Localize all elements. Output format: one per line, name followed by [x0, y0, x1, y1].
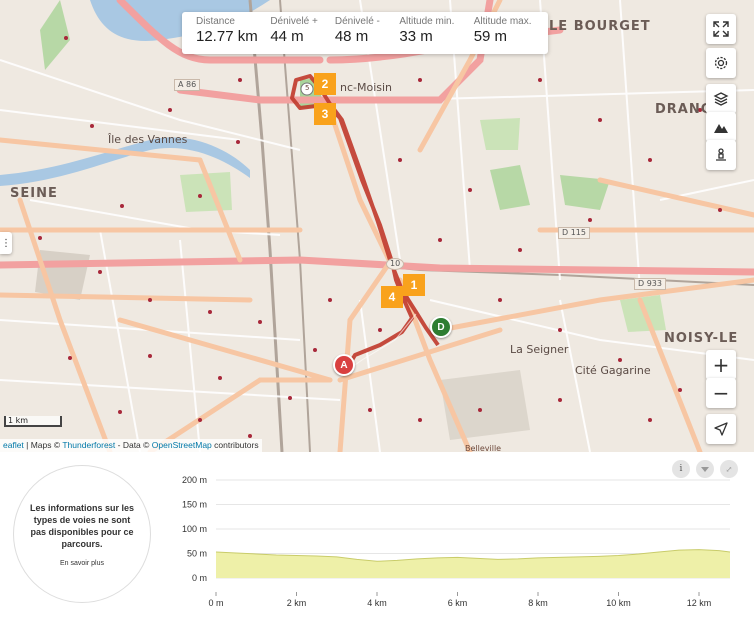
road-shield-d115: D 115: [558, 227, 590, 239]
osm-link[interactable]: OpenStreetMap: [152, 440, 212, 450]
y-tick-label: 150 m: [182, 500, 207, 510]
gear-icon: [714, 56, 728, 70]
small-marker-label: 5: [305, 84, 310, 92]
stat-altitude-max: Altitude max. 59 m: [474, 16, 548, 54]
road-shield-d933: D 933: [634, 278, 666, 290]
label-la-seigner: La Seigner: [510, 343, 569, 356]
road-shield-10: 10: [386, 258, 405, 270]
waypoint-marker-2[interactable]: 2: [314, 73, 336, 95]
waypoint-marker-1[interactable]: 1: [403, 274, 425, 296]
terrain-icon: [714, 124, 728, 133]
zoom-out-button[interactable]: −: [706, 378, 736, 408]
attribution-text: contributors: [211, 440, 259, 450]
x-tick-label: 6 km: [448, 598, 468, 608]
locate-button[interactable]: [706, 414, 736, 444]
stat-elevation-gain: Dénivelé + 44 m: [270, 16, 335, 54]
x-tick-label: 12 km: [687, 598, 712, 608]
x-axis-ticks: 0 m 2 km 4 km 6 km 8 km 10 km 12 km: [208, 592, 711, 608]
stat-label: Distance: [196, 16, 235, 27]
settings-button[interactable]: [706, 48, 736, 78]
stat-altitude-min: Altitude min. 33 m: [399, 16, 473, 54]
waypoint-marker-4[interactable]: 4: [381, 286, 403, 308]
stat-label: Altitude min.: [399, 16, 455, 27]
x-tick-label: 4 km: [367, 598, 387, 608]
terrain-button[interactable]: [706, 112, 736, 142]
route-stats-card: Distance 12.77 km Dénivelé + 44 m Dénive…: [182, 12, 548, 54]
y-axis-ticks: 0 m 50 m 100 m 150 m 200 m: [182, 475, 207, 583]
street-view-icon: [716, 148, 726, 161]
stat-value: 59 m: [473, 28, 508, 45]
waypoint-marker-3[interactable]: 3: [314, 103, 336, 125]
road-shield-a86: A 86: [174, 79, 201, 91]
label-belleville: Belleville: [465, 444, 502, 452]
stat-label: Dénivelé +: [270, 16, 318, 27]
attribution-text: | Maps ©: [23, 440, 63, 450]
start-marker[interactable]: A: [333, 354, 355, 376]
fullscreen-button[interactable]: [706, 14, 736, 44]
layers-icon: [713, 92, 729, 106]
x-tick-label: 8 km: [528, 598, 548, 608]
stat-value: 33 m: [399, 28, 433, 45]
layers-button[interactable]: [706, 84, 736, 114]
thunderforest-link[interactable]: Thunderforest: [62, 440, 115, 450]
stat-label: Altitude max.: [473, 16, 532, 27]
map-tiles: [0, 0, 754, 452]
stat-value: 12.77 km: [196, 28, 258, 45]
y-tick-label: 200 m: [182, 475, 207, 485]
map[interactable]: LE BOURGET DRANC SEINE NOISY-LE Île des …: [0, 0, 754, 452]
surface-info-text: Les informations sur les types de voies …: [29, 502, 135, 549]
learn-more-link[interactable]: En savoir plus: [60, 560, 104, 567]
label-seine: SEINE: [10, 186, 58, 201]
x-tick-label: 10 km: [606, 598, 631, 608]
scale-bar: 1 km: [4, 416, 62, 427]
expand-icon: [713, 21, 729, 37]
stat-value: 44 m: [270, 28, 304, 45]
label-ile-des-vannes: Île des Vannes: [108, 133, 188, 146]
end-marker[interactable]: D: [430, 316, 452, 338]
stat-distance: Distance 12.77 km: [196, 16, 270, 54]
route-page: LE BOURGET DRANC SEINE NOISY-LE Île des …: [0, 0, 754, 620]
stat-value: 48 m: [334, 28, 369, 45]
map-attribution: eaflet | Maps © Thunderforest - Data © O…: [0, 439, 262, 452]
surface-info-panel: Les informations sur les types de voies …: [13, 465, 151, 603]
street-view-button[interactable]: [706, 140, 736, 170]
x-tick-label: 2 km: [287, 598, 307, 608]
stat-elevation-loss: Dénivelé - 48 m: [335, 16, 400, 54]
y-tick-label: 0 m: [192, 573, 207, 583]
attribution-text: - Data ©: [115, 440, 152, 450]
label-district: nc-Moisin: [340, 81, 393, 94]
x-tick-label: 0 m: [208, 598, 223, 608]
elevation-profile-chart: 0 m 50 m 100 m 150 m 200 m 0 m 2 km 4 km 6 km 8 …: [182, 475, 731, 608]
label-noisy: NOISY-LE: [664, 331, 739, 346]
label-le-bourget: LE BOURGET: [549, 19, 651, 34]
label-cite-gagarine: Cité Gagarine: [575, 364, 651, 377]
locate-icon: [714, 422, 728, 436]
y-tick-label: 100 m: [182, 524, 207, 534]
y-tick-label: 50 m: [187, 549, 207, 559]
zoom-in-button[interactable]: +: [706, 350, 736, 380]
stat-label: Dénivelé -: [334, 16, 380, 27]
side-panel-handle[interactable]: ⋮: [0, 232, 12, 254]
label-drancy: DRANC: [655, 102, 712, 117]
leaflet-link[interactable]: eaflet: [3, 440, 24, 450]
